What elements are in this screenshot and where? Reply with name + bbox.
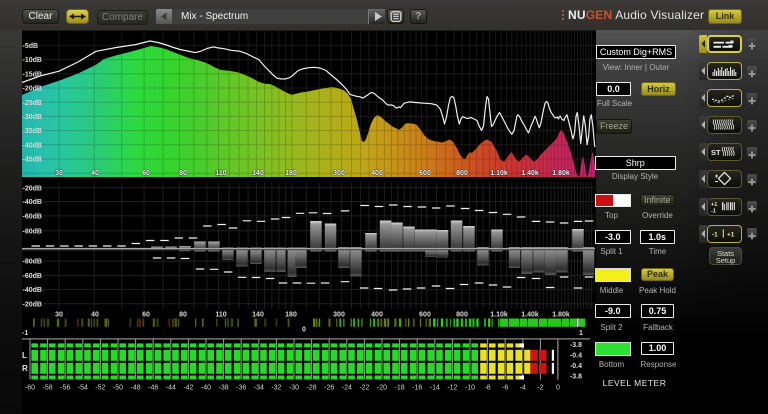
svg-text:L: L <box>22 351 27 360</box>
svg-text:40: 40 <box>91 170 99 177</box>
svg-text:600: 600 <box>419 170 431 177</box>
svg-text:-40dB: -40dB <box>23 142 42 149</box>
svg-text:-0.4: -0.4 <box>570 353 582 360</box>
svg-text:-25dB: -25dB <box>23 100 42 107</box>
svg-text:-35dB: -35dB <box>23 128 42 135</box>
svg-text:110: 110 <box>215 311 226 318</box>
svg-text:-26: -26 <box>324 384 334 391</box>
svg-text:180: 180 <box>285 311 297 318</box>
svg-text:-20: -20 <box>377 384 387 391</box>
svg-text:300: 300 <box>333 170 345 177</box>
svg-text:-60dB: -60dB <box>23 214 42 221</box>
svg-text:-54: -54 <box>78 384 88 391</box>
svg-text:-10dB: -10dB <box>23 57 42 64</box>
svg-text:-3.8: -3.8 <box>570 342 582 349</box>
svg-text:-4: -4 <box>520 384 526 391</box>
svg-text:-20dB: -20dB <box>23 185 42 192</box>
svg-text:40: 40 <box>91 311 99 318</box>
svg-text:-14: -14 <box>430 384 440 391</box>
svg-text:-48: -48 <box>131 384 141 391</box>
svg-text:60: 60 <box>142 170 150 177</box>
svg-text:-40dB: -40dB <box>23 287 42 294</box>
svg-text:1.80k: 1.80k <box>552 311 570 318</box>
svg-text:-36: -36 <box>236 384 246 391</box>
svg-text:-30dB: -30dB <box>23 114 42 121</box>
svg-text:1: 1 <box>579 330 583 337</box>
svg-text:-2: -2 <box>537 384 543 391</box>
svg-text:1.80k: 1.80k <box>552 170 570 177</box>
svg-text:400: 400 <box>371 311 383 318</box>
svg-text:0: 0 <box>556 384 560 391</box>
svg-text:-6: -6 <box>502 384 508 391</box>
svg-text:140: 140 <box>252 311 264 318</box>
svg-text:-1: -1 <box>22 330 28 337</box>
svg-text:800: 800 <box>456 170 468 177</box>
svg-text:-44: -44 <box>166 384 176 391</box>
svg-text:-50: -50 <box>113 384 123 391</box>
svg-text:-80dB: -80dB <box>23 228 42 235</box>
svg-text:+1: +1 <box>727 231 735 238</box>
svg-text:-42: -42 <box>183 384 193 391</box>
svg-text:60: 60 <box>142 311 150 318</box>
svg-text:-52: -52 <box>95 384 105 391</box>
svg-text:-12: -12 <box>447 384 457 391</box>
svg-text:800: 800 <box>456 311 468 318</box>
svg-text:-80dB: -80dB <box>23 259 42 266</box>
svg-text:-56: -56 <box>60 384 70 391</box>
svg-text:110: 110 <box>215 170 226 177</box>
svg-text:1.40k: 1.40k <box>521 311 539 318</box>
svg-text:1.10k: 1.10k <box>490 170 508 177</box>
svg-text:1.10k: 1.10k <box>490 311 508 318</box>
svg-text:-38: -38 <box>219 384 229 391</box>
svg-text:400: 400 <box>371 170 383 177</box>
svg-text:-60dB: -60dB <box>23 273 42 280</box>
svg-text:-16: -16 <box>412 384 422 391</box>
svg-text:-45dB: -45dB <box>23 157 42 164</box>
svg-text:-28: -28 <box>307 384 317 391</box>
svg-text:-15dB: -15dB <box>23 71 42 78</box>
svg-text:140: 140 <box>252 170 264 177</box>
svg-text:300: 300 <box>333 311 345 318</box>
svg-text:0: 0 <box>302 327 306 334</box>
svg-text:30: 30 <box>55 170 63 177</box>
svg-text:ST: ST <box>711 148 721 157</box>
svg-text:180: 180 <box>285 170 297 177</box>
svg-text:80: 80 <box>179 311 187 318</box>
svg-text:-22: -22 <box>359 384 369 391</box>
svg-text:1.40k: 1.40k <box>521 170 539 177</box>
svg-text:-24: -24 <box>342 384 352 391</box>
svg-text:-20dB: -20dB <box>23 301 42 308</box>
svg-text:30: 30 <box>55 311 63 318</box>
svg-text:600: 600 <box>419 311 431 318</box>
svg-text:-20dB: -20dB <box>23 86 42 93</box>
svg-text:-32: -32 <box>271 384 281 391</box>
svg-text:-0.4: -0.4 <box>570 363 582 370</box>
svg-text:-10: -10 <box>465 384 475 391</box>
svg-text:-46: -46 <box>148 384 158 391</box>
svg-text:-58: -58 <box>43 384 53 391</box>
svg-text:-1: -1 <box>711 208 716 214</box>
svg-text:-40: -40 <box>201 384 211 391</box>
svg-text:-34: -34 <box>254 384 264 391</box>
svg-text:-5dB: -5dB <box>23 43 39 50</box>
svg-text:R: R <box>22 364 28 373</box>
svg-text:-8: -8 <box>484 384 490 391</box>
svg-text:-60: -60 <box>25 384 35 391</box>
svg-text:-1: -1 <box>712 231 718 238</box>
svg-text:+1: +1 <box>711 202 717 208</box>
svg-text:-40dB: -40dB <box>23 199 42 206</box>
svg-text:-18: -18 <box>395 384 405 391</box>
svg-text:-3.8: -3.8 <box>570 374 582 381</box>
svg-text:-30: -30 <box>289 384 299 391</box>
svg-text:80: 80 <box>179 170 187 177</box>
